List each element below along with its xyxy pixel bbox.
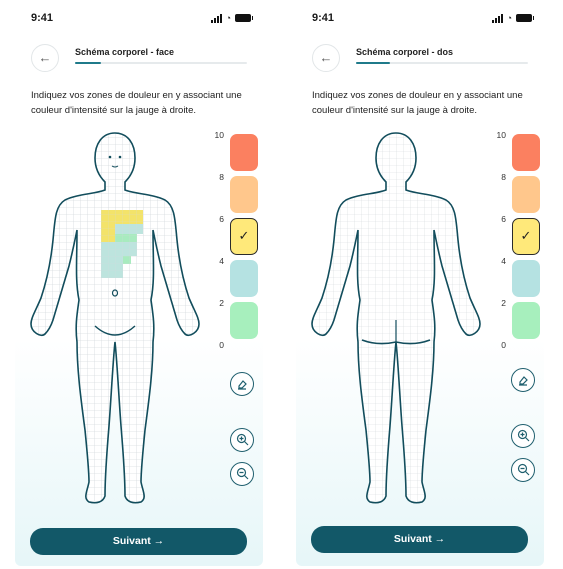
scale-tick: 4 (219, 256, 224, 266)
status-icons: ◔ (491, 13, 534, 23)
back-button[interactable]: ← (312, 44, 340, 72)
page-title: Schéma corporel - face (75, 47, 175, 57)
scale-tick: 4 (501, 256, 506, 266)
intensity-swatch-5[interactable]: ✓ (512, 218, 540, 255)
intensity-swatch-10[interactable] (230, 134, 258, 171)
status-time: 9:41 (312, 12, 335, 24)
status-bar: 9:41 ◔ (31, 12, 253, 26)
scale-tick: 6 (501, 214, 506, 224)
scale-tick: 2 (501, 298, 506, 308)
zoom-out-button[interactable] (230, 462, 254, 486)
next-button[interactable]: Suivant → (30, 528, 247, 555)
check-icon: ✓ (520, 228, 532, 243)
scale-tick: 2 (219, 298, 224, 308)
scale-tick: 0 (501, 340, 506, 350)
eye-icon (108, 155, 112, 159)
arrow-left-icon: ← (319, 50, 333, 65)
progress-bar (356, 62, 528, 64)
wifi-icon: ◔ (506, 13, 512, 23)
eye-icon (118, 155, 122, 159)
intensity-swatch-8[interactable] (512, 176, 540, 213)
progress-fill (75, 62, 101, 64)
instruction-text: Indiquez vos zones de douleur en y assoc… (31, 90, 242, 116)
check-icon: ✓ (238, 228, 250, 243)
screen-back: 9:41 ◔ ← Schéma corporel - dos Indiquez … (296, 0, 544, 566)
intensity-swatch-1[interactable] (230, 302, 258, 339)
next-button[interactable]: Suivant → (311, 526, 528, 553)
eraser-icon (519, 375, 528, 386)
signal-icon (210, 13, 222, 23)
arrow-left-icon: ← (38, 50, 52, 65)
battery-icon (516, 14, 534, 22)
signal-icon (491, 13, 503, 23)
eraser-button[interactable] (230, 372, 254, 396)
scale-tick: 6 (219, 214, 224, 224)
body-diagram-back[interactable] (298, 130, 494, 515)
zoom-out-button[interactable] (511, 458, 535, 482)
battery-icon (235, 14, 253, 22)
intensity-scale: 10 8 6 4 2 0 ✓ (210, 128, 263, 358)
zoom-out-icon (236, 468, 248, 480)
scale-tick: 8 (501, 172, 506, 182)
eraser-icon (238, 379, 247, 390)
zoom-in-icon (236, 434, 248, 446)
zoom-in-button[interactable] (511, 424, 535, 448)
status-time: 9:41 (31, 12, 54, 24)
intensity-swatch-8[interactable] (230, 176, 258, 213)
screen-front: 9:41 ◔ ← Schéma corporel - face Indiquez… (15, 0, 263, 566)
intensity-swatch-1[interactable] (512, 302, 540, 339)
intensity-scale: 10 8 6 4 2 0 ✓ (492, 128, 544, 358)
status-bar: 9:41 ◔ (312, 12, 534, 26)
wifi-icon: ◔ (225, 13, 231, 23)
intensity-swatch-4[interactable] (512, 260, 540, 297)
eraser-button[interactable] (511, 368, 535, 392)
page-title: Schéma corporel - dos (356, 47, 454, 57)
intensity-swatch-4[interactable] (230, 260, 258, 297)
zoom-out-icon (517, 464, 529, 476)
instruction-text: Indiquez vos zones de douleur en y assoc… (312, 90, 523, 116)
scale-tick: 8 (219, 172, 224, 182)
zoom-in-button[interactable] (230, 428, 254, 452)
progress-bar (75, 62, 247, 64)
intensity-swatch-10[interactable] (512, 134, 540, 171)
progress-fill (356, 62, 391, 64)
zoom-in-icon (517, 430, 529, 442)
back-button[interactable]: ← (31, 44, 59, 72)
scale-tick: 10 (496, 130, 506, 140)
body-diagram-front[interactable] (17, 130, 213, 515)
intensity-swatch-5[interactable]: ✓ (230, 218, 258, 255)
status-icons: ◔ (210, 13, 253, 23)
scale-tick: 10 (214, 130, 224, 140)
scale-tick: 0 (219, 340, 224, 350)
